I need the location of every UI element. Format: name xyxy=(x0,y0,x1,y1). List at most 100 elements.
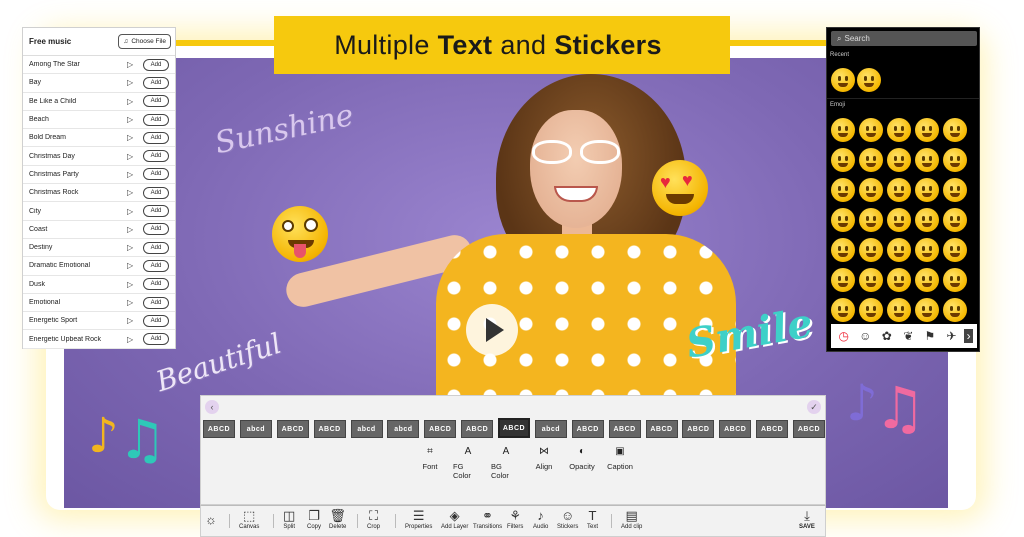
canvas-button[interactable]: ⬚ Canvas xyxy=(239,508,259,530)
text-style-preset[interactable]: ABCD xyxy=(424,420,457,438)
text-prop-font[interactable]: ⌗ Font xyxy=(415,446,445,480)
text-style-preset[interactable]: ABCD xyxy=(571,420,604,438)
emoji-cell[interactable] xyxy=(943,208,967,232)
save-button[interactable]: ⤓ SAVE xyxy=(799,508,815,530)
emoji-cell[interactable] xyxy=(831,208,855,232)
play-icon[interactable]: ▷ xyxy=(127,152,139,161)
add-track-button[interactable]: Add xyxy=(143,333,169,346)
play-button[interactable] xyxy=(466,304,518,356)
emoji-cell[interactable] xyxy=(887,118,911,142)
confirm-check-icon[interactable]: ✓ xyxy=(807,400,821,414)
text-style-preset[interactable]: abcd xyxy=(239,420,272,438)
music-track-row[interactable]: Energetic Sport ▷ Add xyxy=(23,312,175,331)
emoji-search-input[interactable]: ⌕ Search xyxy=(831,31,977,46)
add-track-button[interactable]: Add xyxy=(143,205,169,218)
text-style-preset[interactable]: ABCD xyxy=(645,420,678,438)
emoji-cell[interactable] xyxy=(859,178,883,202)
emoji-cell[interactable] xyxy=(831,118,855,142)
split-button[interactable]: ◫ Split xyxy=(283,508,295,530)
text-style-preset[interactable]: ABCD xyxy=(461,420,494,438)
play-icon[interactable]: ▷ xyxy=(127,78,139,87)
play-icon[interactable]: ▷ xyxy=(127,207,139,216)
play-icon[interactable]: ▷ xyxy=(127,280,139,289)
add-track-button[interactable]: Add xyxy=(143,278,169,291)
emoji-cell[interactable] xyxy=(915,268,939,292)
text-style-preset[interactable]: abcd xyxy=(534,420,567,438)
emoji-cell[interactable] xyxy=(831,148,855,172)
recent-emoji[interactable] xyxy=(857,68,881,92)
add-track-button[interactable]: Add xyxy=(143,259,169,272)
food-category-icon[interactable]: ❦ xyxy=(900,329,918,343)
text-prop-bg-color[interactable]: A BG Color xyxy=(491,446,521,480)
play-icon[interactable]: ▷ xyxy=(127,335,139,344)
emoji-cell[interactable] xyxy=(943,118,967,142)
heart-eyes-sticker[interactable]: ♥ ♥ xyxy=(652,160,708,216)
text-style-preset[interactable]: ABCD xyxy=(682,420,715,438)
settings-button[interactable]: ☼ xyxy=(205,512,217,528)
add-track-button[interactable]: Add xyxy=(143,131,169,144)
choose-file-button[interactable]: ♫ Choose File xyxy=(118,34,171,49)
play-icon[interactable]: ▷ xyxy=(127,60,139,69)
text-style-preset[interactable]: ABCD xyxy=(608,420,641,438)
music-track-row[interactable]: Christmas Rock ▷ Add xyxy=(23,184,175,203)
emoji-cell[interactable] xyxy=(887,298,911,322)
emoji-cell[interactable] xyxy=(887,178,911,202)
emoji-cell[interactable] xyxy=(859,238,883,262)
text-prop-caption[interactable]: ▣ Caption xyxy=(605,446,635,480)
delete-button[interactable]: 🗑 Delete xyxy=(329,508,346,530)
emoji-cell[interactable] xyxy=(831,238,855,262)
text-button[interactable]: T Text xyxy=(587,508,598,530)
play-icon[interactable]: ▷ xyxy=(127,170,139,179)
travel-category-icon[interactable]: ✈ xyxy=(943,329,961,343)
emoji-cell[interactable] xyxy=(943,268,967,292)
transitions-button[interactable]: ⚭ Transitions xyxy=(473,508,502,530)
emoji-cell[interactable] xyxy=(943,148,967,172)
emoji-cell[interactable] xyxy=(831,178,855,202)
emoji-cell[interactable] xyxy=(831,298,855,322)
chevron-right-icon[interactable]: › xyxy=(964,329,973,343)
music-track-row[interactable]: Dramatic Emotional ▷ Add xyxy=(23,257,175,276)
stickers-button[interactable]: ☺ Stickers xyxy=(557,508,578,530)
music-track-row[interactable]: Christmas Day ▷ Add xyxy=(23,147,175,166)
text-prop-fg-color[interactable]: A FG Color xyxy=(453,446,483,480)
play-icon[interactable]: ▷ xyxy=(127,97,139,106)
emoji-cell[interactable] xyxy=(859,148,883,172)
emoji-cell[interactable] xyxy=(887,148,911,172)
filters-button[interactable]: ⚘ Filters xyxy=(507,508,523,530)
add-track-button[interactable]: Add xyxy=(143,76,169,89)
music-track-row[interactable]: Christmas Party ▷ Add xyxy=(23,166,175,185)
recent-category-icon[interactable]: ◷ xyxy=(835,329,853,343)
add-track-button[interactable]: Add xyxy=(143,150,169,163)
add-track-button[interactable]: Add xyxy=(143,95,169,108)
add-track-button[interactable]: Add xyxy=(143,186,169,199)
emoji-cell[interactable] xyxy=(859,298,883,322)
emoji-cell[interactable] xyxy=(915,208,939,232)
add-track-button[interactable]: Add xyxy=(143,58,169,71)
copy-button[interactable]: ❐ Copy xyxy=(307,508,321,530)
crazy-face-sticker[interactable] xyxy=(272,206,328,262)
music-track-row[interactable]: Energetic Upbeat Rock ▷ Add xyxy=(23,330,175,349)
emoji-cell[interactable] xyxy=(915,298,939,322)
add-clip-button[interactable]: ▤ Add clip xyxy=(621,508,642,530)
text-style-preset[interactable]: abcd xyxy=(350,420,383,438)
emoji-cell[interactable] xyxy=(887,268,911,292)
animals-category-icon[interactable]: ✿ xyxy=(878,329,896,343)
play-icon[interactable]: ▷ xyxy=(127,298,139,307)
text-style-preset[interactable]: ABCD xyxy=(203,420,235,438)
text-style-preset[interactable]: ABCD xyxy=(498,418,530,438)
music-track-row[interactable]: City ▷ Add xyxy=(23,202,175,221)
emoji-cell[interactable] xyxy=(831,268,855,292)
text-style-preset[interactable]: abcd xyxy=(387,420,420,438)
music-track-row[interactable]: Dusk ▷ Add xyxy=(23,276,175,294)
music-track-row[interactable]: Bay ▷ Add xyxy=(23,74,175,93)
text-style-preset[interactable]: ABCD xyxy=(719,420,752,438)
text-prop-align[interactable]: ⋈ Align xyxy=(529,446,559,480)
add-layer-button[interactable]: ◈ Add Layer xyxy=(441,508,468,530)
text-style-preset[interactable]: ABCD xyxy=(313,420,346,438)
add-track-button[interactable]: Add xyxy=(143,223,169,236)
play-icon[interactable]: ▷ xyxy=(127,225,139,234)
text-style-preset[interactable]: ABCD xyxy=(756,420,789,438)
play-icon[interactable]: ▷ xyxy=(127,261,139,270)
add-track-button[interactable]: Add xyxy=(143,113,169,126)
music-track-row[interactable]: Among The Star ▷ Add xyxy=(23,56,175,75)
